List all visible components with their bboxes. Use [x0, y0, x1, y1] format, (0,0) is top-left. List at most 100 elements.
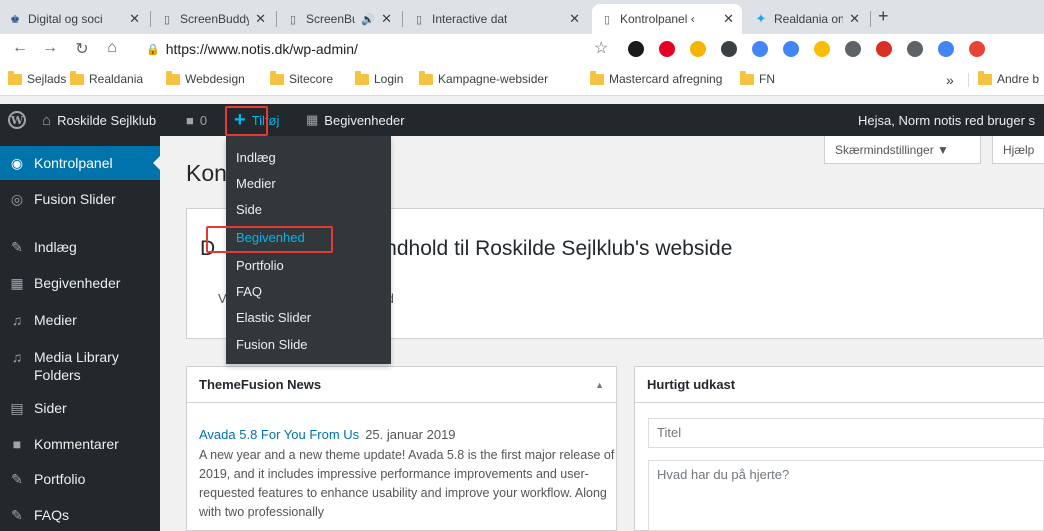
browser-toolbar: ← → ↻ ⌂ 🔒 https://www.notis.dk/wp-admin/… — [0, 34, 1044, 64]
menu-item-side[interactable]: Side — [236, 202, 262, 217]
extension-icon[interactable] — [814, 41, 830, 57]
folder-icon — [355, 70, 369, 85]
site-name-link[interactable]: ⌂ Roskilde Sejlklub — [42, 104, 156, 136]
bookmark-folder[interactable]: FN — [740, 70, 775, 86]
page-icon: ▤ — [10, 400, 24, 416]
sidebar-item-label: Kontrolpanel — [34, 155, 113, 171]
home-icon: ⌂ — [42, 111, 52, 129]
sidebar-item-media-library-folders[interactable]: ♫ Media Library Folders — [0, 348, 160, 384]
sidebar-item-kommentarer[interactable]: ■ Kommentarer — [0, 436, 160, 452]
extension-icon[interactable] — [783, 41, 799, 57]
folder-icon — [70, 70, 84, 85]
sidebar-item-faqs[interactable]: ✎ FAQs — [0, 507, 160, 524]
bookmark-label: Mastercard afregning — [609, 72, 723, 86]
bookmark-folder[interactable]: Login — [355, 70, 403, 86]
comment-icon: ■ — [186, 112, 194, 128]
sidebar-item-label: Media Library — [34, 349, 119, 365]
speaker-icon[interactable]: 🔊 — [361, 13, 375, 26]
menu-item-fusion-slide[interactable]: Fusion Slide — [236, 337, 308, 352]
bookmark-folder[interactable]: Sejlads — [8, 70, 67, 86]
bookmark-label: Sejlads — [27, 72, 67, 86]
sidebar-item-label: Kommentarer — [34, 436, 119, 452]
browser-tab[interactable]: ▯ ScreenBuc 🔊 ✕ — [278, 4, 400, 34]
folder-icon — [8, 70, 22, 85]
collapse-toggle-icon[interactable]: ▲ — [595, 380, 604, 390]
calendar-icon: ▦ — [306, 112, 319, 127]
browser-tab[interactable]: ♚ Digital og soci ✕ — [0, 4, 148, 34]
draft-content-textarea[interactable]: Hvad har du på hjerte? — [648, 460, 1044, 531]
sidebar-item-label: Portfolio — [34, 471, 86, 487]
back-arrow-icon[interactable]: ← — [10, 39, 30, 57]
bookmark-folder[interactable]: Webdesign — [166, 70, 245, 86]
extension-icon[interactable] — [752, 41, 768, 57]
extension-icon[interactable] — [907, 41, 923, 57]
tab-title: ScreenBuc — [306, 12, 356, 26]
bookmark-label: Webdesign — [185, 72, 245, 86]
address-bar[interactable]: 🔒 https://www.notis.dk/wp-admin/ — [146, 37, 616, 61]
postbox-header[interactable]: ThemeFusion News ▲ — [187, 367, 616, 403]
menu-item-portfolio[interactable]: Portfolio — [236, 258, 284, 273]
browser-tab[interactable]: ▯ Interactive dat ✕ — [404, 4, 588, 34]
browser-tab-active[interactable]: ▯ Kontrolpanel ‹ ✕ — [592, 4, 742, 34]
extension-icon[interactable] — [690, 41, 706, 57]
sidebar-item-fusion-slider[interactable]: ◎ Fusion Slider — [0, 191, 160, 208]
extension-icon[interactable] — [969, 41, 985, 57]
sidebar-item-begivenheder[interactable]: ▦ Begivenheder — [0, 275, 160, 292]
extension-icon[interactable] — [721, 41, 737, 57]
help-button[interactable]: Hjælp — [992, 136, 1044, 164]
bookmark-folder[interactable]: Realdania — [70, 70, 143, 86]
sidebar-item-medier[interactable]: ♫ Medier — [0, 312, 160, 328]
wordpress-logo[interactable]: W — [8, 104, 26, 136]
comment-icon: ■ — [12, 436, 22, 452]
browser-tab[interactable]: ✦ Realdania on T ✕ — [746, 4, 868, 34]
media-icon: ♫ — [11, 349, 23, 365]
postbox-header[interactable]: Hurtigt udkast — [635, 367, 1044, 403]
menu-item-indlaeg[interactable]: Indlæg — [236, 150, 276, 165]
lock-icon: 🔒 — [146, 43, 160, 56]
menu-item-medier[interactable]: Medier — [236, 176, 276, 191]
extension-icon[interactable] — [845, 41, 861, 57]
events-link[interactable]: ▦ Begivenheder — [306, 104, 405, 136]
home-icon[interactable]: ⌂ — [102, 39, 122, 57]
browser-tab[interactable]: ▯ ScreenBuddy ✕ — [152, 4, 274, 34]
postbox-title: ThemeFusion News — [199, 377, 322, 392]
sidebar-item-indlaeg[interactable]: ✎ Indlæg — [0, 239, 160, 256]
extension-icon[interactable] — [938, 41, 954, 57]
draft-title-input[interactable]: Titel — [648, 418, 1044, 448]
extension-icon[interactable] — [659, 41, 675, 57]
sidebar-item-label: Sider — [34, 400, 67, 416]
extension-icon[interactable] — [876, 41, 892, 57]
close-icon[interactable]: ✕ — [381, 11, 392, 27]
url-text: https://www.notis.dk/wp-admin/ — [165, 41, 358, 57]
forward-arrow-icon[interactable]: → — [40, 39, 60, 57]
close-icon[interactable]: ✕ — [255, 11, 266, 27]
other-bookmarks[interactable]: Andre b — [978, 70, 1039, 86]
sidebar-item-kontrolpanel[interactable]: ◉ Kontrolpanel — [0, 146, 160, 180]
menu-item-elastic-slider[interactable]: Elastic Slider — [236, 310, 311, 325]
extension-icon[interactable] — [628, 41, 644, 57]
close-icon[interactable]: ✕ — [569, 11, 580, 27]
sidebar-item-portfolio[interactable]: ✎ Portfolio — [0, 471, 160, 488]
govt-icon: ♚ — [10, 13, 20, 26]
bookmark-folder[interactable]: Sitecore — [270, 70, 333, 86]
menu-item-faq[interactable]: FAQ — [236, 284, 262, 299]
news-item-link[interactable]: Avada 5.8 For You From Us — [199, 427, 359, 442]
screen-options-button[interactable]: Skærmindstillinger ▼ — [824, 136, 981, 164]
new-tab-button[interactable]: + — [878, 6, 889, 27]
reload-icon[interactable]: ↻ — [72, 39, 92, 59]
bookmark-folder[interactable]: Mastercard afregning — [590, 70, 723, 86]
close-icon[interactable]: ✕ — [849, 11, 860, 27]
close-icon[interactable]: ✕ — [129, 11, 140, 27]
tab-title: Digital og soci — [28, 12, 103, 26]
events-label: Begivenheder — [324, 112, 405, 128]
admin-sidebar: ◉ Kontrolpanel ◎ Fusion Slider ✎ Indlæg … — [0, 136, 160, 531]
tab-title: Realdania on T — [774, 12, 844, 26]
news-item-date: 25. januar 2019 — [365, 427, 456, 442]
sidebar-item-sider[interactable]: ▤ Sider — [0, 400, 160, 417]
bookmark-folder[interactable]: Kampagne-websider — [419, 70, 548, 86]
comments-link[interactable]: ■ 0 — [186, 104, 207, 136]
bookmarks-overflow-button[interactable]: » — [946, 72, 954, 88]
close-icon[interactable]: ✕ — [723, 11, 734, 27]
bookmark-star-icon[interactable]: ☆ — [594, 38, 608, 58]
account-greeting[interactable]: Hejsa, Norm notis red bruger s — [858, 104, 1035, 136]
